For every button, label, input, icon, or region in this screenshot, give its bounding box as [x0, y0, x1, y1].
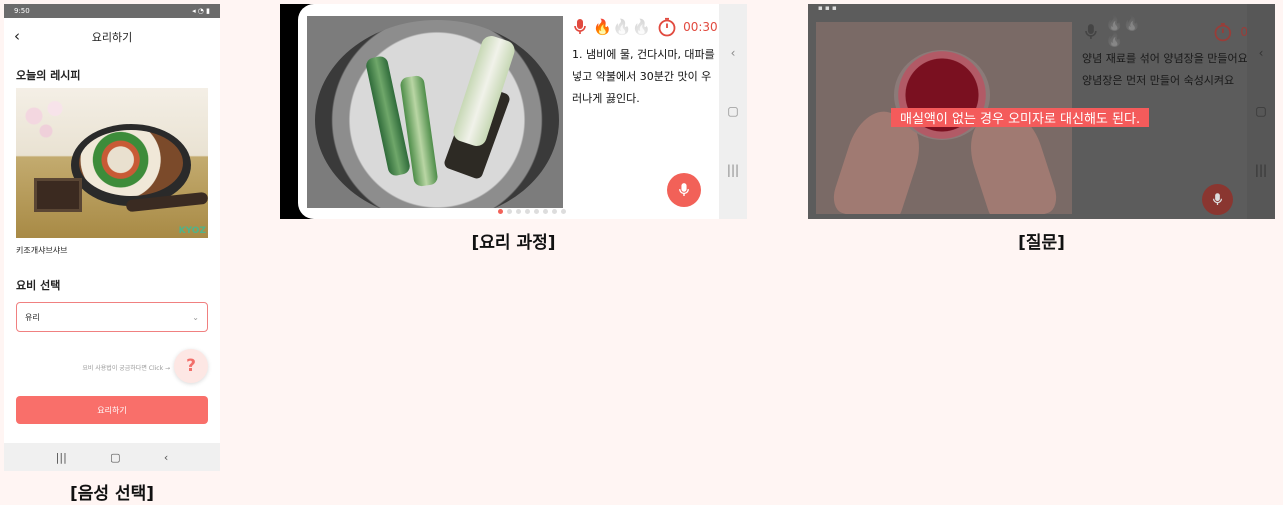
phone-screen-cooking-step: 🔥 🔥 🔥 00:30 1. 냄비에 물, 건다시마, 대파를 넣고 약불에서 …	[280, 4, 747, 219]
flame-icon: 🔥	[612, 18, 632, 36]
android-nav-bar: ‹ ▢ |||	[1247, 4, 1275, 219]
mic-icon[interactable]	[1084, 23, 1098, 41]
android-nav-bar: ‹ ▢ |||	[719, 4, 747, 219]
timer-value: 00:30	[683, 20, 718, 34]
page-dot[interactable]	[534, 209, 539, 214]
status-icons: ◂ ◔ ▮	[192, 7, 210, 15]
cookware-selected-value: 유리	[25, 312, 40, 322]
back-icon[interactable]: ‹	[14, 27, 20, 45]
help-button[interactable]: ?	[174, 349, 208, 383]
recents-icon[interactable]: |||	[727, 163, 739, 177]
mic-icon	[1212, 193, 1223, 205]
page-indicator	[498, 209, 566, 214]
hotpot-image	[71, 124, 191, 206]
recipe-section-title: 오늘의 레시피	[16, 69, 81, 82]
phone-screen-voice-select: 9:50 ◂ ◔ ▮ ‹ 요리하기 오늘의 레시피 KYOZ 키조개샤브샤브 요…	[4, 4, 220, 471]
recents-icon[interactable]: |||	[1255, 163, 1267, 177]
caption-cooking-step: [요리 과정]	[471, 233, 556, 253]
home-icon[interactable]: ▢	[1255, 104, 1266, 118]
voice-command-button[interactable]	[1202, 184, 1233, 215]
page-dot[interactable]	[498, 209, 503, 214]
page-dot[interactable]	[507, 209, 512, 214]
page-dot[interactable]	[516, 209, 521, 214]
caption-voice-select: [음성 선택]	[69, 484, 155, 504]
timer-icon[interactable]	[657, 17, 677, 37]
mic-icon	[679, 183, 689, 196]
flame-icon: 🔥	[632, 18, 652, 36]
photo-watermark: KYOZ	[178, 226, 206, 236]
page-dot[interactable]	[561, 209, 566, 214]
step-instruction: 1. 냄비에 물, 건다시마, 대파를 넣고 약불에서 30분간 맛이 우러나게…	[572, 48, 715, 105]
cookware-section-title: 요비 선택	[16, 279, 61, 292]
timer-icon[interactable]	[1213, 22, 1233, 42]
help-hint-text: 요비 사용법이 궁금하다면 Click →	[82, 365, 170, 372]
recipe-photo: KYOZ	[16, 88, 208, 238]
status-time: 9:50	[14, 7, 30, 15]
page-dot[interactable]	[525, 209, 530, 214]
cookware-select[interactable]: 유리 ⌄	[16, 302, 208, 332]
help-row: 요비 사용법이 궁금하다면 Click → ?	[16, 349, 208, 385]
step-instruction: 양념 재료를 섞어 양념장을 만들어요. 양념장은 먼저 만들어 숙성시켜요	[1082, 52, 1252, 87]
voice-command-button[interactable]	[667, 173, 701, 207]
page-dot[interactable]	[552, 209, 557, 214]
dish-name: 키조개샤브샤브	[16, 246, 68, 255]
status-bar: 9:50 ◂ ◔ ▮	[4, 4, 220, 18]
flame-icon: 🔥🔥🔥	[1105, 16, 1141, 48]
cooking-toolbar: 🔥 🔥 🔥 00:30	[573, 16, 718, 38]
page-title: 요리하기	[91, 31, 133, 44]
answer-banner: 매실액이 없는 경우 오미자로 대신해도 된다.	[891, 108, 1150, 127]
phone-screen-question: ▪ ▪ ▪ 🔥🔥🔥 00:00 양념 재료를 섞어 양념장을 만들어요. 양념장…	[808, 4, 1275, 219]
app-screen: 🔥 🔥 🔥 00:30 1. 냄비에 물, 건다시마, 대파를 넣고 약불에서 …	[298, 4, 719, 219]
flame-icon: 🔥	[593, 18, 612, 36]
step-video[interactable]	[307, 16, 563, 208]
status-bar: ▪ ▪ ▪	[818, 4, 837, 12]
chevron-down-icon: ⌄	[192, 312, 199, 322]
recents-icon[interactable]: |||	[56, 451, 67, 464]
android-nav-bar: ||| ▢ ‹	[4, 443, 220, 471]
home-icon[interactable]: ▢	[727, 104, 738, 118]
heat-level[interactable]: 🔥 🔥 🔥	[593, 18, 651, 36]
caption-question: [질문]	[1018, 233, 1065, 253]
sauce-dish-image	[34, 178, 82, 212]
page-dot[interactable]	[543, 209, 548, 214]
app-header: ‹ 요리하기	[4, 18, 220, 56]
flowers-decoration	[22, 96, 82, 146]
back-nav-icon[interactable]: ‹	[1259, 46, 1264, 60]
back-nav-icon[interactable]: ‹	[731, 46, 736, 60]
home-icon[interactable]: ▢	[110, 451, 120, 464]
mic-icon[interactable]	[573, 18, 587, 36]
back-nav-icon[interactable]: ‹	[164, 451, 168, 464]
start-cooking-button[interactable]: 요리하기	[16, 396, 208, 424]
